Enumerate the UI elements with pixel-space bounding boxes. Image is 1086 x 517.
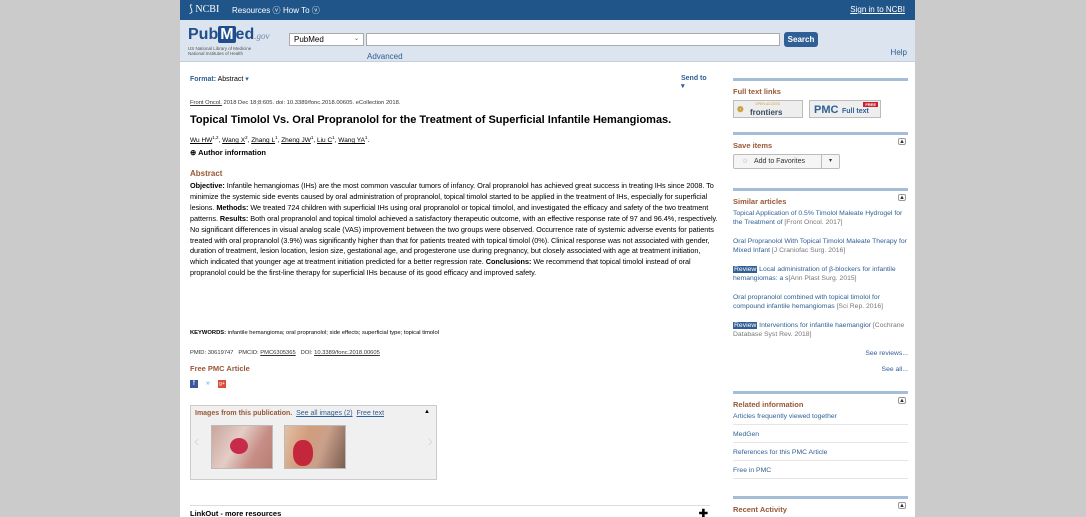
resources-menu[interactable]: Resources ⓥ bbox=[232, 5, 280, 16]
review-badge: Review bbox=[733, 322, 758, 329]
see-all-images-link[interactable]: See all images (2) bbox=[296, 410, 352, 417]
author-link[interactable]: Liu C bbox=[317, 137, 332, 144]
related-link[interactable]: Free in PMC bbox=[733, 467, 908, 479]
ncbi-topbar: ⟆ NCBI Resources ⓥ How To ⓥ Sign in to N… bbox=[180, 0, 915, 20]
similar-article[interactable]: Oral propranolol combined with topical t… bbox=[733, 293, 908, 311]
similar-article[interactable]: Review Local administration of β-blocker… bbox=[733, 265, 908, 283]
nih-label: National Institutes of Health bbox=[188, 51, 244, 56]
help-link[interactable]: Help bbox=[891, 48, 907, 57]
abstract-heading: Abstract bbox=[190, 169, 223, 178]
author-information-toggle[interactable]: ⊕ Author information bbox=[190, 148, 266, 157]
free-pmc-article: Free PMC Article bbox=[190, 364, 250, 373]
pubmed-logo[interactable]: Pub Med.gov bbox=[188, 26, 269, 44]
prev-arrow-icon[interactable]: ‹ bbox=[194, 433, 199, 451]
linkout-section[interactable]: LinkOut - more resources ✚ bbox=[190, 505, 710, 517]
similar-articles-heading: Similar articles ▲ bbox=[733, 188, 908, 206]
howto-menu[interactable]: How To ⓥ bbox=[283, 5, 320, 16]
collapse-icon[interactable]: ▲ bbox=[898, 502, 906, 509]
expand-icon: ⊕ bbox=[190, 148, 199, 157]
search-bar: Pub Med.gov US National Library of Medici… bbox=[180, 20, 915, 62]
ncbi-logo[interactable]: ⟆ NCBI bbox=[189, 4, 219, 15]
doi-link[interactable]: 10.3389/fonc.2018.00605 bbox=[314, 350, 380, 356]
author-link[interactable]: Wu HW bbox=[190, 137, 212, 144]
see-reviews-link[interactable]: See reviews... bbox=[733, 350, 908, 357]
images-panel: Images from this publication. See all im… bbox=[190, 405, 437, 480]
free-text-link[interactable]: Free text bbox=[356, 410, 384, 417]
related-link[interactable]: Articles frequently viewed together bbox=[733, 413, 908, 425]
author-list: Wu HW1,2, Wang X2, Zhang L1, Zheng JW1, … bbox=[190, 135, 370, 145]
format-selector[interactable]: Format: Abstract ▾ bbox=[190, 75, 249, 83]
similar-article[interactable]: Review Interventions for infantile haema… bbox=[733, 321, 908, 339]
journal-link[interactable]: Front Oncol. bbox=[190, 100, 222, 106]
frontiers-full-text-button[interactable]: ❁ OPEN ACCESS frontiers bbox=[733, 100, 803, 118]
collapse-icon[interactable]: ▲ bbox=[898, 397, 906, 404]
full-text-links-heading: Full text links bbox=[733, 78, 908, 96]
save-items-heading: Save items ▲ bbox=[733, 132, 908, 150]
review-badge: Review bbox=[733, 266, 758, 273]
keywords: KEYWORDS: infantile hemangioma; oral pro… bbox=[190, 330, 439, 336]
expand-plus-icon[interactable]: ✚ bbox=[699, 507, 708, 517]
author-link[interactable]: Wang X bbox=[222, 137, 245, 144]
google-plus-icon[interactable]: g+ bbox=[218, 380, 226, 388]
chevron-down-icon: ⌄ bbox=[353, 36, 359, 42]
next-arrow-icon[interactable]: › bbox=[428, 433, 433, 451]
collapse-icon[interactable]: ▲ bbox=[898, 138, 906, 145]
page: ⟆ NCBI Resources ⓥ How To ⓥ Sign in to N… bbox=[180, 0, 915, 517]
identifiers: PMID: 30619747 PMCID: PMC6305365 DOI: 10… bbox=[190, 350, 380, 356]
abstract-text: Objective: Infantile hemangiomas (IHs) a… bbox=[190, 181, 718, 278]
sign-in-link[interactable]: Sign in to NCBI bbox=[850, 5, 905, 14]
similar-article[interactable]: Topical Application of 0.5% Timolol Male… bbox=[733, 209, 908, 227]
pmc-full-text-button[interactable]: PMC FREE Full text bbox=[809, 100, 881, 118]
pmcid-link[interactable]: PMC6305365 bbox=[260, 350, 295, 356]
search-input[interactable] bbox=[366, 33, 780, 46]
send-to-menu[interactable]: Send to ▾ bbox=[681, 75, 710, 90]
citation: Front Oncol. 2018 Dec 18;8:605. doi: 10.… bbox=[190, 100, 401, 106]
facebook-icon[interactable]: f bbox=[190, 380, 198, 388]
collapse-icon[interactable]: ▲ bbox=[424, 409, 430, 415]
similar-article[interactable]: Oral Propranolol With Topical Timolol Ma… bbox=[733, 237, 908, 255]
article-title: Topical Timolol Vs. Oral Propranolol for… bbox=[190, 114, 672, 126]
caret-down-icon[interactable]: ▾ bbox=[821, 155, 839, 168]
twitter-icon[interactable]: » bbox=[204, 380, 212, 388]
share-links: f » g+ bbox=[190, 378, 232, 388]
database-select[interactable]: PubMed ⌄ bbox=[289, 33, 364, 46]
figure-thumbnail[interactable] bbox=[211, 425, 273, 469]
author-link[interactable]: Zheng JW bbox=[281, 137, 311, 144]
frontiers-logo-icon: ❁ bbox=[737, 105, 744, 114]
search-button[interactable]: Search bbox=[784, 32, 818, 47]
figure-thumbnail[interactable] bbox=[284, 425, 346, 469]
see-all-link[interactable]: See all... bbox=[733, 366, 908, 373]
advanced-search-link[interactable]: Advanced bbox=[367, 52, 403, 61]
add-to-favorites-button[interactable]: ☆ Add to Favorites ▾ bbox=[733, 154, 840, 169]
author-link[interactable]: Wang YA bbox=[338, 137, 365, 144]
star-icon: ☆ bbox=[742, 158, 749, 165]
caret-down-icon: ▾ bbox=[245, 76, 249, 83]
caret-down-icon: ▾ bbox=[681, 83, 685, 90]
recent-activity-heading: Recent Activity ▲ bbox=[733, 496, 908, 514]
related-link[interactable]: References for this PMC Article bbox=[733, 449, 908, 461]
related-information-heading: Related information ▲ bbox=[733, 391, 908, 409]
author-link[interactable]: Zhang L bbox=[251, 137, 275, 144]
related-link[interactable]: MedGen bbox=[733, 431, 908, 443]
collapse-icon[interactable]: ▲ bbox=[898, 194, 906, 201]
